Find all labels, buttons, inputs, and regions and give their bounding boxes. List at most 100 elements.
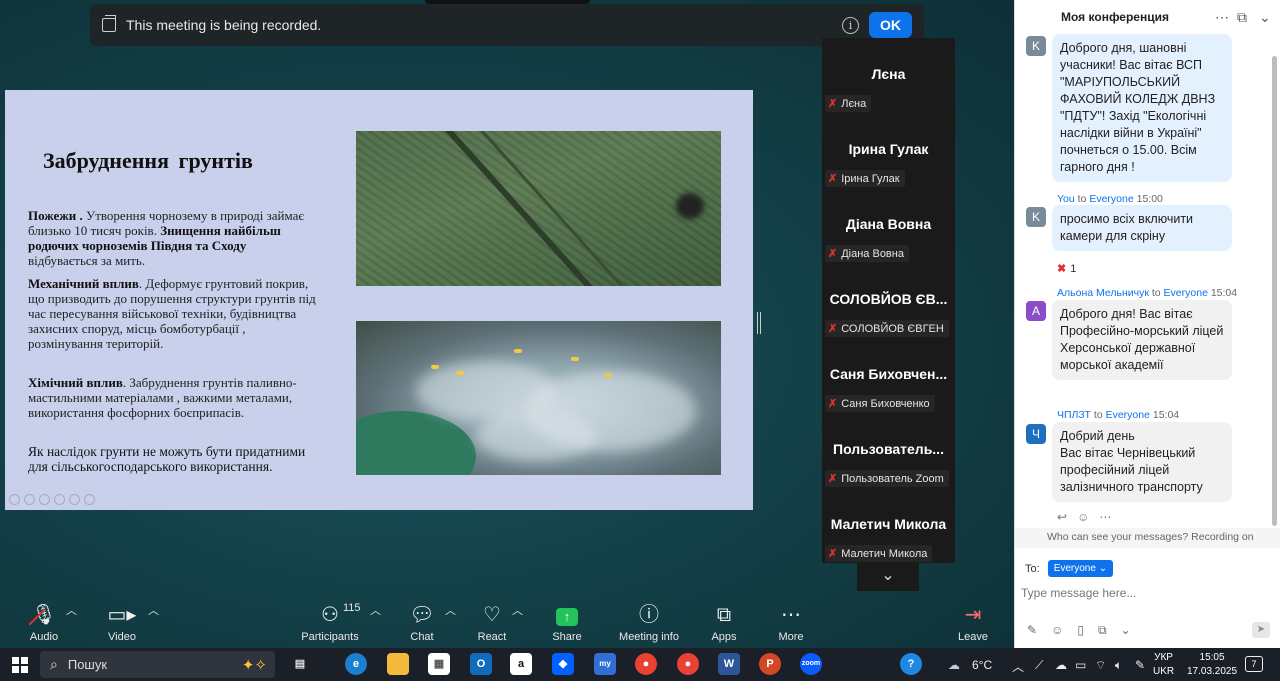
message-reaction[interactable]: ✖ 1 <box>1057 262 1076 275</box>
audio-options-caret[interactable]: ︿ <box>66 602 77 618</box>
slide-tools[interactable] <box>9 494 95 505</box>
mic-muted-icon: ✗ <box>828 473 838 485</box>
participant-label: ✗ Малетич Микола <box>825 545 933 562</box>
chat-message[interactable]: Доброго дня, шановні учасники! Вас вітає… <box>1052 34 1232 182</box>
taskbar: ⌕ Пошук ✦✧ ▤ e ▦ O a ◆ my ● ● W P zoom ?… <box>0 648 1280 681</box>
participant-name: Діана Вовна <box>845 216 932 232</box>
chat-options-caret[interactable]: ︿ <box>445 602 456 618</box>
participant-tile[interactable]: Малетич Микола ✗ Малетич Микола <box>822 488 955 563</box>
chrome-profile-icon[interactable]: ● <box>677 653 699 675</box>
network-icon[interactable]: ⌔ <box>1095 658 1106 673</box>
chat-message-input[interactable] <box>1021 582 1271 604</box>
participants-strip: Лєна ✗ Лєна Ірина Гулак ✗ Ірина Гулак Діана Во… <box>822 38 955 563</box>
message-actions[interactable]: ↩ ☺ ⋯ <box>1057 510 1111 524</box>
participant-name: Лєна <box>871 66 906 82</box>
camera-icon: ▭▸ <box>107 604 137 626</box>
participants-count: 115 <box>343 602 361 614</box>
avatar: А <box>1026 301 1046 321</box>
file-explorer-icon[interactable] <box>387 653 409 675</box>
participant-tile[interactable]: Лєна ✗ Лєна <box>822 38 955 113</box>
chat-button[interactable]: 💬︎ Chat <box>402 602 442 643</box>
audio-button[interactable]: 🎙︎ Audio <box>22 602 66 643</box>
windows-start-icon[interactable] <box>12 657 28 673</box>
chevron-down-icon[interactable]: ⌄ <box>1121 623 1131 638</box>
privacy-notice[interactable]: Who can see your messages? Recording on <box>1015 528 1280 548</box>
outlook-icon[interactable]: O <box>470 653 492 675</box>
participant-tag-name: Малетич Микола <box>841 547 928 560</box>
apps-button[interactable]: ⧉ Apps <box>704 602 744 643</box>
popout-icon[interactable]: ⧉ <box>1237 9 1247 26</box>
participant-tile[interactable]: Діана Вовна ✗ Діана Вовна <box>822 188 955 263</box>
sender-name[interactable]: ЧПЛЗТ <box>1057 409 1091 421</box>
participant-tile[interactable]: Саня Биховчен... ✗ Саня Биховченко <box>822 338 955 413</box>
format-icon[interactable]: ✎ <box>1027 623 1037 638</box>
chevron-down-icon[interactable]: ⌄ <box>857 563 919 591</box>
emoji-icon[interactable]: ☺ <box>1051 623 1063 638</box>
video-options-caret[interactable]: ︿ <box>148 602 159 618</box>
participant-tile[interactable]: Ірина Гулак ✗ Ірина Гулак <box>822 113 955 188</box>
pen-icon[interactable]: ✎ <box>1135 658 1145 672</box>
help-icon[interactable]: ? <box>900 653 922 675</box>
tray-overflow-icon[interactable]: ︿ <box>1012 658 1024 675</box>
meeting-info-button[interactable]: ⓘ Meeting info <box>614 602 684 643</box>
participants-options-caret[interactable]: ︿ <box>370 602 381 618</box>
more-dots-icon[interactable]: ⋯ <box>1099 510 1111 524</box>
chat-message[interactable]: Добрий день Вас вітає Чернівецький профе… <box>1052 422 1232 502</box>
cloud-icon[interactable]: ☁ <box>1055 658 1067 672</box>
send-button[interactable]: ➤ <box>1252 622 1270 638</box>
react-options-caret[interactable]: ︿ <box>512 602 523 618</box>
more-dots-icon: ⋯ <box>781 604 801 626</box>
taskbar-search[interactable]: ⌕ Пошук ✦✧ <box>40 651 275 678</box>
mic-muted-icon: ✗ <box>828 398 838 410</box>
participant-name: СОЛОВЙОВ ЄВ... <box>829 291 948 307</box>
close-icon[interactable]: ⌄ <box>1259 9 1271 26</box>
copilot-sparkle-icon: ✦✧ <box>241 656 267 674</box>
word-icon[interactable]: W <box>718 653 740 675</box>
edge-icon[interactable]: e <box>345 653 367 675</box>
participant-tag-name: Діана Вовна <box>841 247 904 260</box>
more-button[interactable]: ⋯ More <box>771 602 811 643</box>
app-icon[interactable]: my <box>594 653 616 675</box>
language-indicator[interactable]: УКР UKR <box>1153 651 1174 679</box>
battery-icon[interactable]: ▭ <box>1075 658 1086 672</box>
weather-temp[interactable]: 6°C <box>972 658 992 672</box>
react-button[interactable]: ♡ React <box>472 602 512 643</box>
chat-message[interactable]: Доброго дня! Вас вітає Професійно-морськ… <box>1052 300 1232 380</box>
participant-name: Ірина Гулак <box>848 141 929 157</box>
screenshot-icon[interactable]: ⧉ <box>1098 623 1107 638</box>
amazon-icon[interactable]: a <box>510 653 532 675</box>
chat-scrollbar[interactable] <box>1272 56 1277 526</box>
participant-tile[interactable]: СОЛОВЙОВ ЄВ... ✗ СОЛОВЙОВ ЄВГЕН <box>822 263 955 338</box>
leave-icon: ⇥ <box>964 604 982 626</box>
recipient-select[interactable]: Everyone ⌄ <box>1047 560 1114 577</box>
chrome-icon[interactable]: ● <box>635 653 657 675</box>
powerpoint-icon[interactable]: P <box>759 653 781 675</box>
store-icon[interactable]: ▦ <box>428 653 450 675</box>
sender-name[interactable]: Альона Мельничук <box>1057 287 1149 299</box>
more-dots-icon[interactable]: ⋯ <box>1215 9 1229 26</box>
share-button[interactable]: ↑ Share <box>547 602 587 643</box>
ok-button[interactable]: OK <box>869 12 912 38</box>
zoom-icon[interactable]: zoom <box>800 653 822 675</box>
mic-muted-icon: ✗ <box>828 548 838 560</box>
task-view-icon[interactable]: ▤ <box>289 653 311 675</box>
file-icon[interactable]: ▯ <box>1077 623 1084 638</box>
dropbox-icon[interactable]: ◆ <box>552 653 574 675</box>
leave-button[interactable]: ⇥ Leave <box>953 602 993 643</box>
chat-message[interactable]: просимо всіх включити камери для скріну <box>1052 205 1232 251</box>
video-button[interactable]: ▭▸ Video <box>100 602 144 643</box>
resize-handle[interactable] <box>757 312 761 334</box>
clock[interactable]: 15:05 17.03.2025 <box>1187 651 1237 679</box>
notifications-badge[interactable]: 7 <box>1245 656 1263 672</box>
info-icon[interactable]: i <box>842 16 859 34</box>
emoji-icon[interactable]: ☺ <box>1077 510 1089 524</box>
sender-name[interactable]: You <box>1057 193 1075 205</box>
participant-tag-name: Ірина Гулак <box>841 172 900 185</box>
feather-icon[interactable]: ⟋ <box>1035 658 1043 673</box>
volume-icon[interactable]: 🔈︎ <box>1115 658 1122 673</box>
reply-icon[interactable]: ↩ <box>1057 510 1067 524</box>
participant-tile[interactable]: Пользователь... ✗ Пользователь Zoom <box>822 413 955 488</box>
apps-icon: ⧉ <box>716 604 732 626</box>
info-circle-icon: ⓘ <box>639 604 659 626</box>
chat-title: Моя конференция <box>1061 10 1169 24</box>
